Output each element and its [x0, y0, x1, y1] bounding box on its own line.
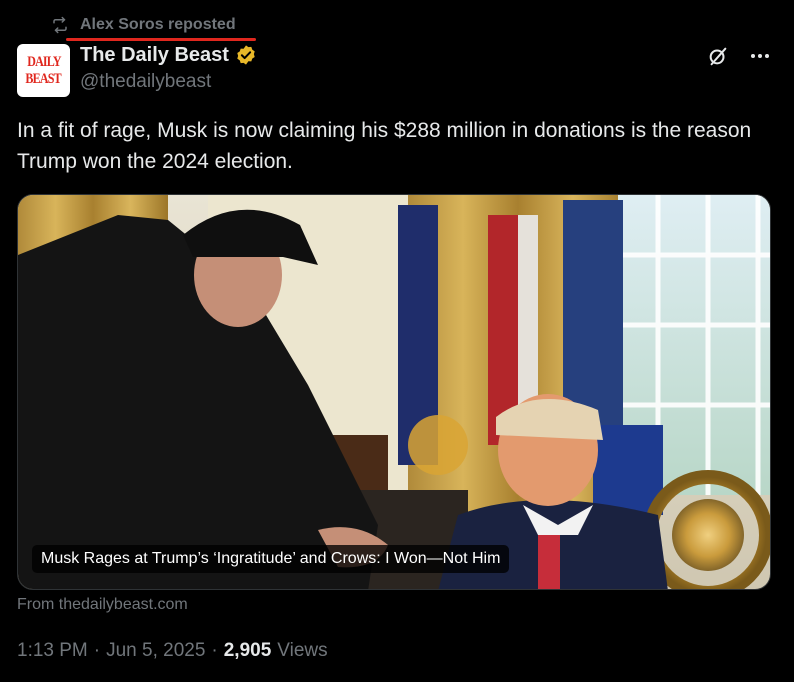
repost-underline [66, 38, 256, 41]
tweet-text: In a fit of rage, Musk is now claiming h… [17, 119, 752, 173]
views-label[interactable]: Views [277, 640, 327, 662]
news-photo [18, 195, 770, 589]
tweet-date[interactable]: Jun 5, 2025 [106, 640, 205, 662]
meta-separator: · [211, 640, 218, 661]
more-options-icon[interactable] [748, 44, 772, 68]
author-name[interactable]: The Daily Beast [80, 44, 229, 67]
meta-separator: · [93, 640, 101, 661]
logo-line-1: DAILY [26, 53, 61, 70]
logo-line-2: BEAST [25, 70, 62, 87]
views-count[interactable]: 2,905 [224, 640, 272, 662]
verified-badge-icon[interactable] [235, 44, 257, 66]
link-source[interactable]: From thedailybeast.com [17, 596, 188, 614]
author-block: The Daily Beast @thedailybeast [80, 42, 257, 93]
tweet-actions [706, 44, 772, 68]
avatar[interactable]: DAILY BEAST [17, 44, 70, 97]
tweet-time[interactable]: 1:13 PM [17, 640, 88, 662]
repost-icon [50, 15, 70, 35]
repost-label[interactable]: Alex Soros reposted [80, 16, 236, 34]
repost-header[interactable]: Alex Soros reposted [50, 14, 236, 36]
daily-beast-logo: DAILY BEAST [26, 52, 62, 90]
author-handle[interactable]: @thedailybeast [80, 71, 257, 93]
grok-icon[interactable] [706, 44, 730, 68]
tweet-meta: 1:13 PM · Jun 5, 2025 · 2,905 Views [17, 640, 328, 662]
link-preview-card[interactable] [17, 194, 771, 590]
media-headline-caption[interactable]: Musk Rages at Trump’s ‘Ingratitude’ and … [32, 545, 510, 573]
